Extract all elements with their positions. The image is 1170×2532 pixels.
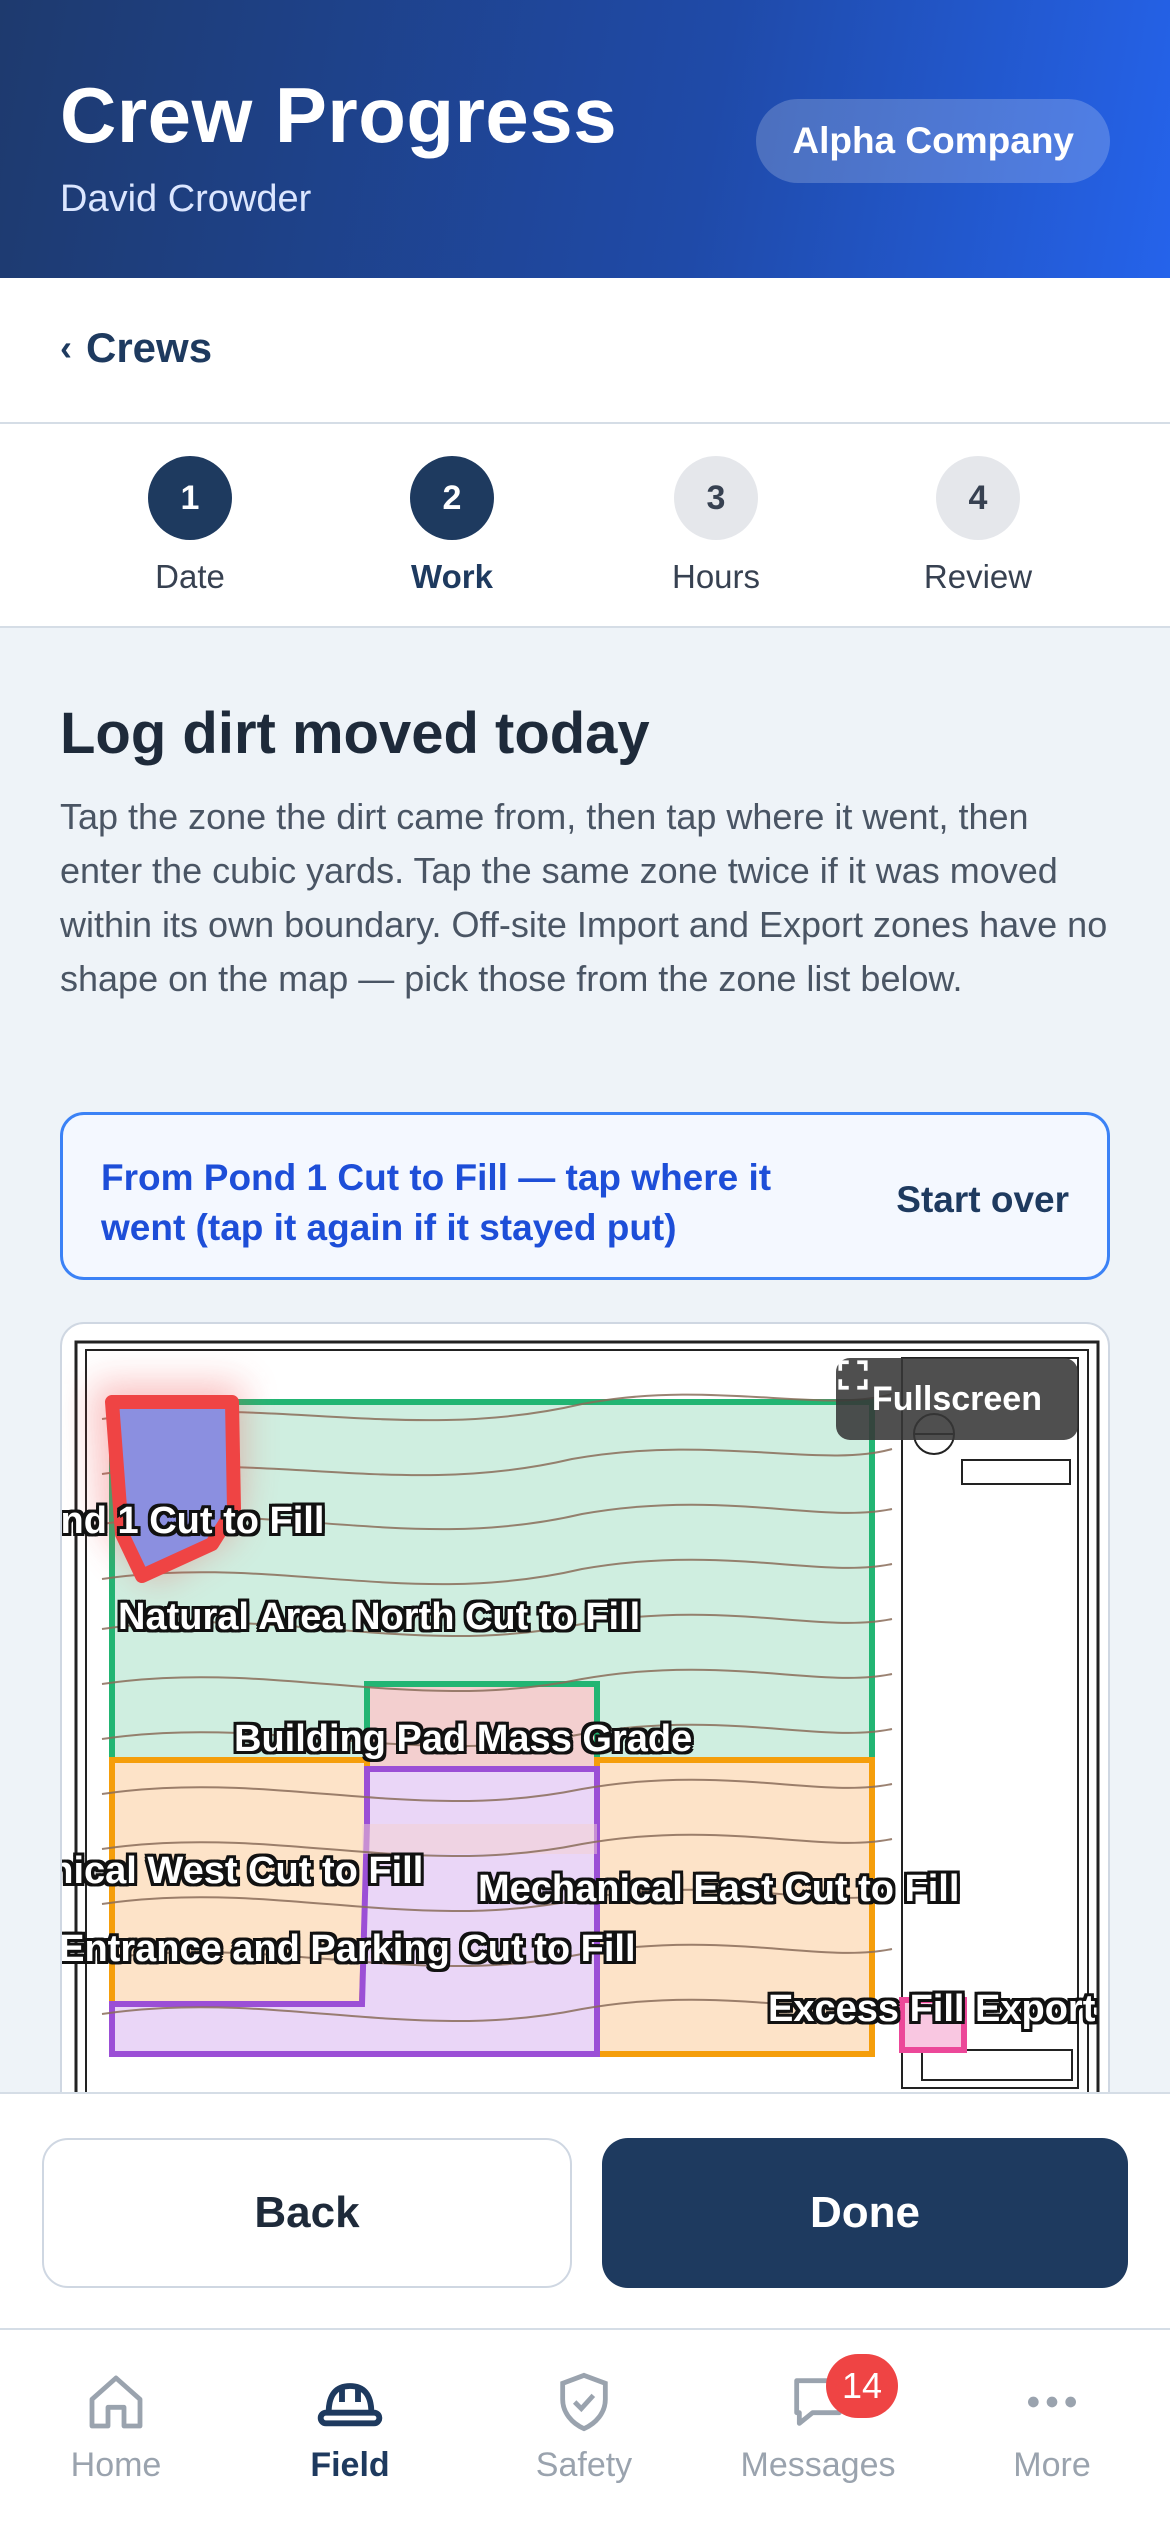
more-icon xyxy=(1028,2396,1076,2408)
expand-icon xyxy=(838,1360,868,1390)
company-badge[interactable]: Alpha Company xyxy=(756,99,1110,183)
page-title: Crew Progress xyxy=(60,71,618,159)
zone-label-mechanical-east[interactable]: Mechanical East Cut to Fill xyxy=(478,1868,959,1911)
step-number: 2 xyxy=(410,456,494,540)
step-review[interactable]: 4 Review xyxy=(898,456,1058,596)
selection-message: From Pond 1 Cut to Fill — tap where it w… xyxy=(101,1157,772,1248)
hardhat-icon xyxy=(317,2383,383,2427)
tab-messages[interactable]: 14 Messages xyxy=(718,2354,918,2485)
step-label: Review xyxy=(923,558,1033,595)
unread-badge: 14 xyxy=(826,2354,898,2418)
step-number: 3 xyxy=(674,456,758,540)
tab-bar: Home Field Safety 14 Messages More xyxy=(0,2328,1170,2532)
app-header: Crew Progress David Crowder Alpha Compan… xyxy=(0,0,1170,278)
step-label: Date xyxy=(155,558,225,595)
zone-pond-1 xyxy=(105,1395,241,1583)
tab-home[interactable]: Home xyxy=(16,2370,216,2485)
zone-label-building-pad[interactable]: Building Pad Mass Grade xyxy=(234,1718,692,1761)
fullscreen-button[interactable]: Fullscreen xyxy=(835,1358,1078,1440)
step-hours[interactable]: 3 Hours xyxy=(636,456,796,596)
user-name: David Crowder xyxy=(60,178,312,220)
back-label: Crews xyxy=(86,324,213,371)
done-button[interactable]: Done xyxy=(602,2138,1128,2288)
tab-more[interactable]: More xyxy=(952,2370,1152,2485)
section-title: Log dirt moved today xyxy=(60,701,650,766)
zone-label-natural-area-north[interactable]: Natural Area North Cut to Fill xyxy=(118,1596,640,1639)
fullscreen-label: Fullscreen xyxy=(871,1379,1042,1418)
zone-label-excess-fill-export[interactable]: Excess Fill Export xyxy=(768,1988,1095,2031)
tab-label: More xyxy=(1013,2446,1091,2484)
home-icon xyxy=(89,2375,143,2429)
tab-safety[interactable]: Safety xyxy=(484,2370,684,2485)
action-bar: Back Done xyxy=(0,2092,1170,2328)
zone-label-mechanical-west[interactable]: Mechanical West Cut to Fill xyxy=(62,1850,423,1893)
step-work[interactable]: 2 Work xyxy=(372,456,532,596)
tab-label: Safety xyxy=(535,2446,633,2484)
tab-label: Messages xyxy=(740,2446,896,2484)
step-number: 4 xyxy=(936,456,1020,540)
start-over-button[interactable]: Start over xyxy=(896,1179,1069,1221)
site-map[interactable]: Fullscreen Pond 1 Cut to Fill Natural Ar… xyxy=(60,1322,1110,2122)
back-button[interactable]: Back xyxy=(42,2138,572,2288)
tab-label: Home xyxy=(70,2446,162,2484)
step-date[interactable]: 1 Date xyxy=(110,456,270,596)
selection-banner: From Pond 1 Cut to Fill — tap where it w… xyxy=(60,1112,1110,1280)
instructions-text: Tap the zone the dirt came from, then ta… xyxy=(60,796,1108,999)
step-number: 1 xyxy=(148,456,232,540)
chevron-left-icon: ‹ xyxy=(60,327,72,368)
shield-icon xyxy=(560,2372,608,2432)
step-label: Work xyxy=(411,558,493,595)
tab-field[interactable]: Field xyxy=(250,2370,450,2485)
zone-label-pond-1[interactable]: Pond 1 Cut to Fill xyxy=(62,1500,324,1543)
zone-label-main-entrance[interactable]: Main Entrance and Parking Cut to Fill xyxy=(62,1928,636,1971)
step-label: Hours xyxy=(671,558,761,595)
stepper: 1 Date 2 Work 3 Hours 4 Review xyxy=(0,424,1170,628)
tab-label: Field xyxy=(310,2446,390,2484)
back-bar: ‹ Crews xyxy=(0,278,1170,424)
back-to-crews-link[interactable]: ‹ Crews xyxy=(60,324,212,372)
